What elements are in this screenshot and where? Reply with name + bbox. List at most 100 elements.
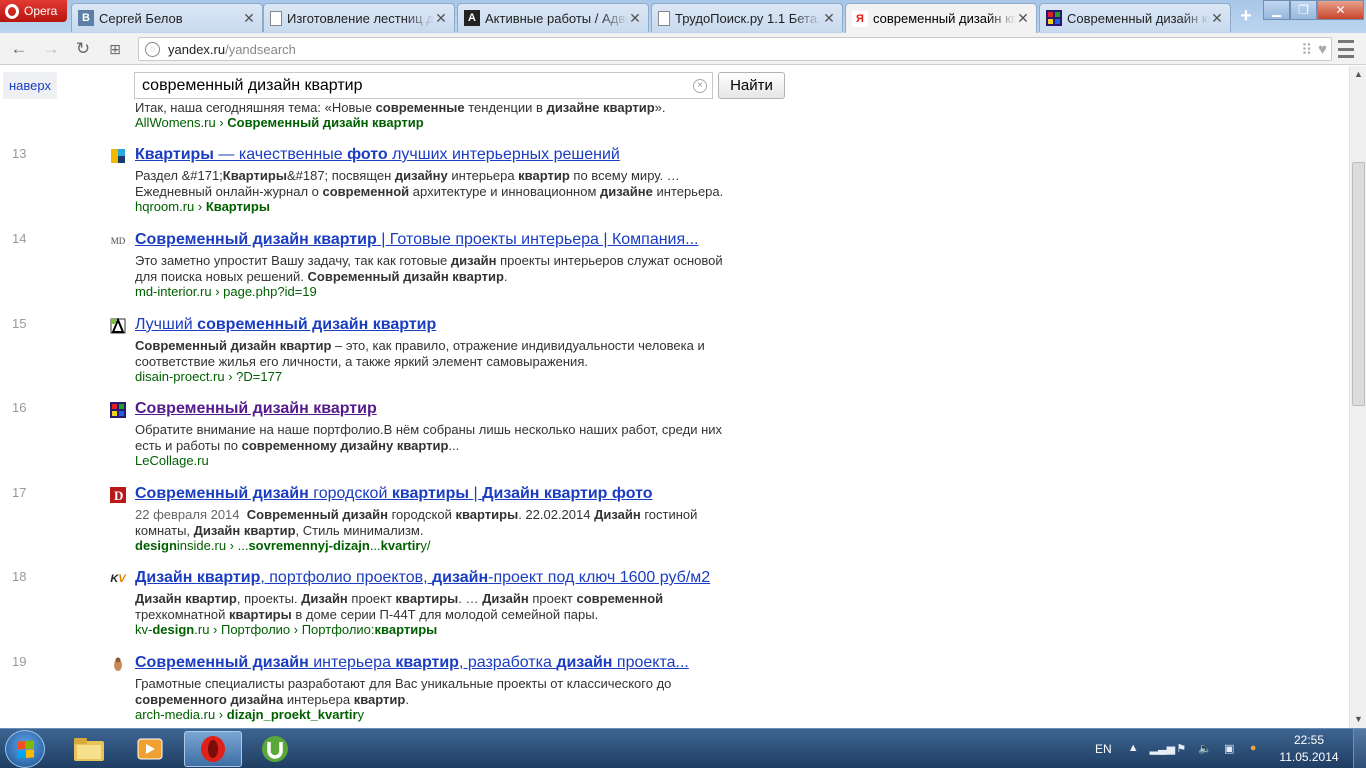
tab[interactable]: B Сергей Белов ✕ [71, 3, 263, 32]
result-number: 17 [12, 485, 27, 500]
system-tray: EN ▲ ▂▃▅ ⚑ 🔈 ▣ ● [1095, 729, 1270, 768]
tab[interactable]: Изготовление лестниц д ✕ [263, 3, 455, 32]
advego-icon: A [464, 10, 480, 26]
windows-logo-icon [17, 740, 34, 759]
previous-result-snippet: Итак, наша сегодняшняя тема: «Новые совр… [135, 100, 666, 115]
result-snippet: Обратите внимание на наше портфолио.В нё… [135, 422, 723, 453]
designinside-icon: D [110, 487, 126, 503]
tab-strip: Opera B Сергей Белов ✕ Изготовление лестниц… [0, 0, 1366, 33]
search-query-text: современный дизайн квартир [142, 76, 363, 94]
clock-date: 11.05.2014 [1279, 750, 1339, 764]
page-icon [658, 10, 670, 26]
reload-icon: ↻ [75, 39, 91, 58]
tab-close-icon[interactable]: ✕ [434, 10, 448, 27]
result-url[interactable]: designinside.ru › ...sovremennyj-dizajn.… [135, 538, 431, 553]
result-number: 16 [12, 400, 27, 415]
result-url[interactable]: disain-proect.ru › ?D=177 [135, 369, 282, 384]
result-title-link[interactable]: Дизайн квартир, портфолио проектов, диза… [135, 569, 710, 587]
opera-logo-icon [5, 3, 19, 19]
result-snippet: 22 февраля 2014 Современный дизайн город… [135, 507, 698, 538]
result-url[interactable]: arch-media.ru › dizajn_proekt_kvartiry [135, 707, 364, 722]
lecollage-icon [1046, 10, 1062, 26]
taskbar-opera[interactable] [184, 731, 242, 767]
result-title-link[interactable]: Современный дизайн городской квартиры | … [135, 485, 652, 503]
tab-close-icon[interactable]: ✕ [628, 10, 642, 27]
media-player-icon [137, 738, 163, 760]
result-title-link[interactable]: Современный дизайн интерьера квартир, ра… [135, 654, 689, 672]
network-signal-icon[interactable]: ▂▃▅ [1150, 742, 1175, 756]
search-result: 15 Лучший современный дизайн квартир Совре… [0, 316, 760, 396]
new-tab-button[interactable]: + [1234, 6, 1258, 26]
result-url[interactable]: kv-design.ru › Портфолио › Портфолио:ква… [135, 622, 437, 637]
hqroom-icon [110, 148, 126, 164]
clock-time: 22:55 [1293, 733, 1325, 747]
scrollbar-thumb[interactable] [1352, 162, 1365, 406]
tab-close-icon[interactable]: ✕ [1210, 10, 1224, 27]
tab-close-icon[interactable]: ✕ [1016, 10, 1030, 27]
result-title-link[interactable]: Современный дизайн квартир [135, 400, 377, 418]
language-indicator[interactable]: EN [1095, 742, 1112, 756]
previous-result-url[interactable]: AllWomens.ru › Современный дизайн кварти… [135, 115, 424, 131]
search-result: 14 MD Современный дизайн квартир | Готовые… [0, 231, 760, 311]
taskbar-utorrent[interactable] [246, 731, 304, 767]
minimize-button[interactable]: ▁ [1263, 0, 1290, 20]
search-results-page: Итак, наша сегодняшняя тема: «Новые совр… [0, 66, 1349, 728]
tab[interactable]: A Активные работы / Адве ✕ [457, 3, 649, 32]
volume-icon[interactable]: 🔈 [1198, 742, 1213, 756]
search-input[interactable]: современный дизайн квартир × [134, 72, 713, 99]
folder-icon [74, 738, 104, 761]
action-center-flag-icon[interactable]: ⚑ [1174, 742, 1189, 756]
back-button[interactable]: ← [8, 38, 30, 60]
address-toolbar: ← → ↻ ⊞ ◌ yandex.ru/yandsearch ⠿ ♥ [0, 33, 1366, 65]
result-snippet: Это заметно упростит Вашу задачу, так ка… [135, 253, 723, 284]
safely-remove-hardware-icon[interactable]: ▣ [1222, 742, 1237, 756]
tab[interactable]: ТрудоПоиск.ру 1.1 Бета. (✕ [651, 3, 843, 32]
forward-button[interactable]: → [40, 38, 62, 60]
speed-dial-button[interactable]: ⊞ [104, 38, 126, 60]
site-info-icon[interactable]: ◌ [145, 41, 160, 57]
result-url[interactable]: md-interior.ru › page.php?id=19 [135, 284, 317, 299]
tab-label: современный дизайн ква [873, 11, 1016, 26]
taskbar-media-player[interactable] [121, 731, 179, 767]
kv-icon: KV [110, 573, 126, 585]
result-title-link[interactable]: Современный дизайн квартир | Готовые про… [135, 231, 699, 249]
result-url[interactable]: LeCollage.ru [135, 453, 209, 468]
search-button[interactable]: Найти [718, 72, 785, 99]
tab-label: Сергей Белов [99, 10, 183, 26]
opera-menu-label: Opera [24, 4, 58, 18]
close-window-button[interactable]: ✕ [1317, 0, 1364, 20]
address-host: yandex.ru [168, 41, 226, 57]
opera-menu-button[interactable]: Opera [0, 0, 67, 22]
result-title-link[interactable]: Квартиры — качественные фото лучших инте… [135, 146, 620, 164]
tab-label: Современный дизайн ква [1067, 10, 1210, 26]
browser-menu-icon[interactable] [1338, 40, 1354, 58]
tab-label: ТрудоПоиск.ру 1.1 Бета. ( [675, 10, 822, 26]
result-number: 19 [12, 654, 27, 669]
tab-close-icon[interactable]: ✕ [242, 10, 256, 27]
address-path: /yandsearch [225, 41, 296, 57]
clear-search-icon[interactable]: × [693, 79, 707, 93]
address-bar[interactable]: ◌ yandex.ru/yandsearch ⠿ ♥ [138, 37, 1332, 61]
maximize-button[interactable]: ❐ [1290, 0, 1317, 20]
tab-close-icon[interactable]: ✕ [822, 10, 836, 27]
stash-icon[interactable]: ⠿ [1301, 41, 1312, 59]
vertical-scrollbar[interactable]: ▲ ▼ [1349, 66, 1366, 728]
page-icon [270, 10, 282, 26]
reload-button[interactable]: ↻ [72, 38, 94, 60]
tab[interactable]: Ясовременный дизайн ква ✕ [845, 3, 1037, 33]
taskbar-explorer[interactable] [60, 731, 118, 767]
result-title-link[interactable]: Лучший современный дизайн квартир [135, 316, 436, 334]
show-hidden-icons-icon[interactable]: ▲ [1126, 742, 1141, 756]
bookmark-heart-icon[interactable]: ♥ [1318, 41, 1327, 59]
search-result: 18 KV Дизайн квартир, портфолио проектов, … [0, 569, 760, 649]
scroll-down-arrow-icon[interactable]: ▼ [1350, 711, 1366, 728]
app-tray-icon[interactable]: ● [1246, 742, 1261, 756]
show-desktop-button[interactable] [1353, 729, 1366, 768]
back-to-top-button[interactable]: наверх [3, 72, 57, 99]
clock[interactable]: 22:55 11.05.2014 [1278, 732, 1340, 766]
result-url[interactable]: hqroom.ru › Квартиры [135, 199, 270, 214]
start-button[interactable] [5, 730, 45, 768]
tab[interactable]: Современный дизайн ква ✕ [1039, 3, 1231, 32]
scroll-up-arrow-icon[interactable]: ▲ [1350, 66, 1366, 83]
search-result: 17 D Современный дизайн городской квартиры… [0, 485, 760, 565]
